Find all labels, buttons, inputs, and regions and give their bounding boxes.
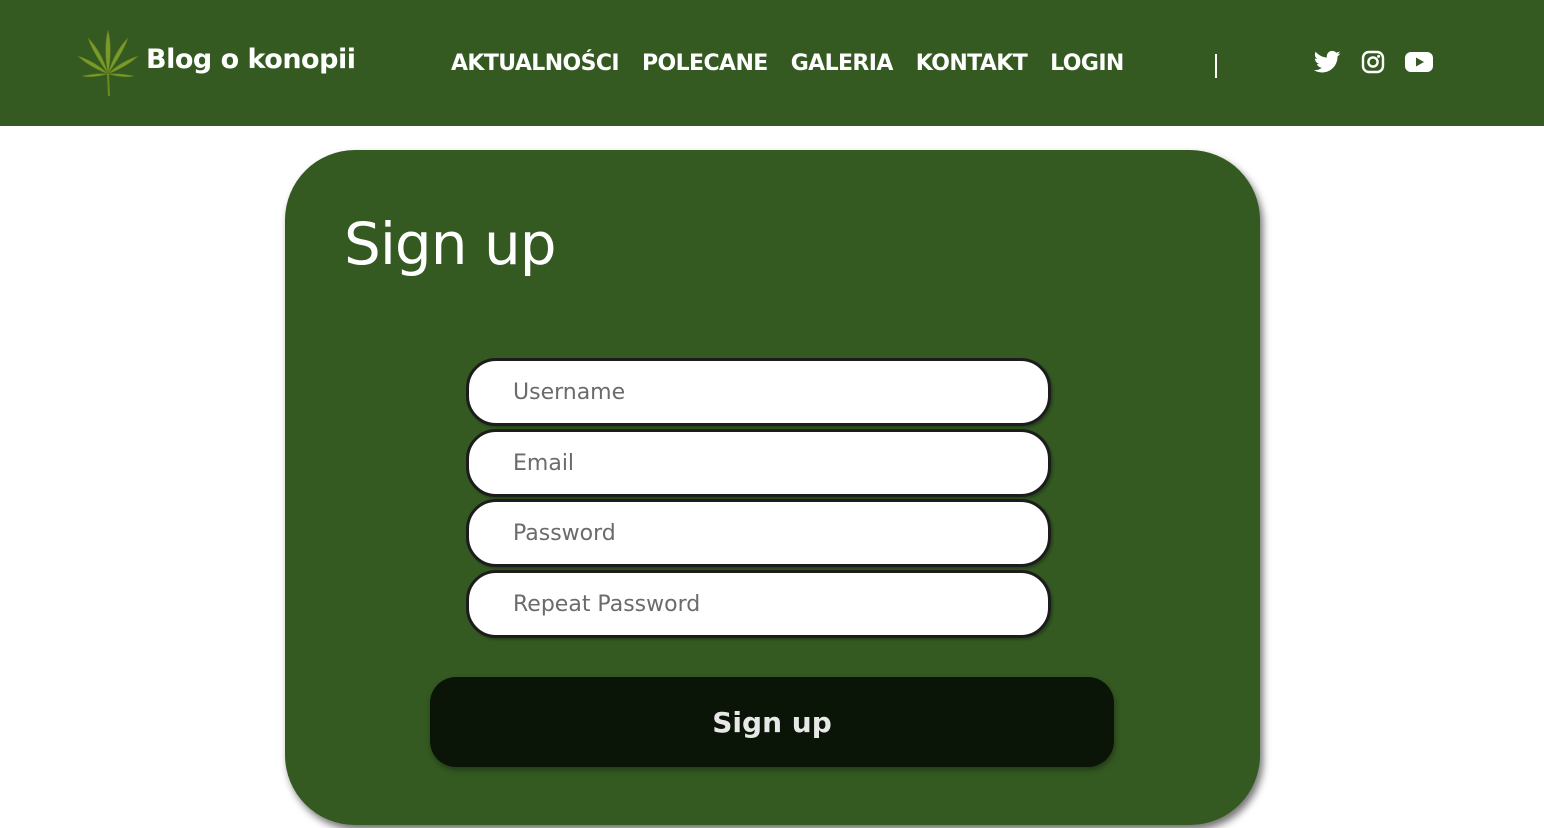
nav-item-galeria[interactable]: GALERIA bbox=[791, 48, 894, 80]
social-links bbox=[1313, 50, 1453, 74]
top-navbar: Blog o konopii AKTUALNOŚCI POLECANE GALE… bbox=[0, 0, 1544, 126]
cannabis-leaf-icon bbox=[76, 28, 140, 98]
password-input[interactable] bbox=[466, 499, 1051, 567]
email-input[interactable] bbox=[466, 429, 1051, 497]
username-input[interactable] bbox=[466, 358, 1051, 426]
brand-title: Blog o konopii bbox=[146, 43, 356, 75]
twitter-icon[interactable] bbox=[1313, 50, 1341, 74]
nav-item-polecane[interactable]: POLECANE bbox=[642, 48, 768, 80]
main-nav: AKTUALNOŚCI POLECANE GALERIA KONTAKT LOG… bbox=[451, 48, 1147, 80]
repeat-password-input[interactable] bbox=[466, 570, 1051, 638]
nav-item-aktualnosci[interactable]: AKTUALNOŚCI bbox=[451, 48, 620, 80]
youtube-icon[interactable] bbox=[1405, 51, 1433, 73]
signup-button[interactable]: Sign up bbox=[430, 677, 1114, 767]
nav-item-kontakt[interactable]: KONTAKT bbox=[916, 48, 1028, 80]
nav-item-login[interactable]: LOGIN bbox=[1050, 48, 1124, 80]
instagram-icon[interactable] bbox=[1361, 50, 1385, 74]
brand-link[interactable]: Blog o konopii bbox=[76, 28, 356, 98]
nav-divider bbox=[1215, 54, 1217, 78]
page-title: Sign up bbox=[344, 210, 557, 278]
signup-card: Sign up Sign up bbox=[285, 150, 1260, 825]
